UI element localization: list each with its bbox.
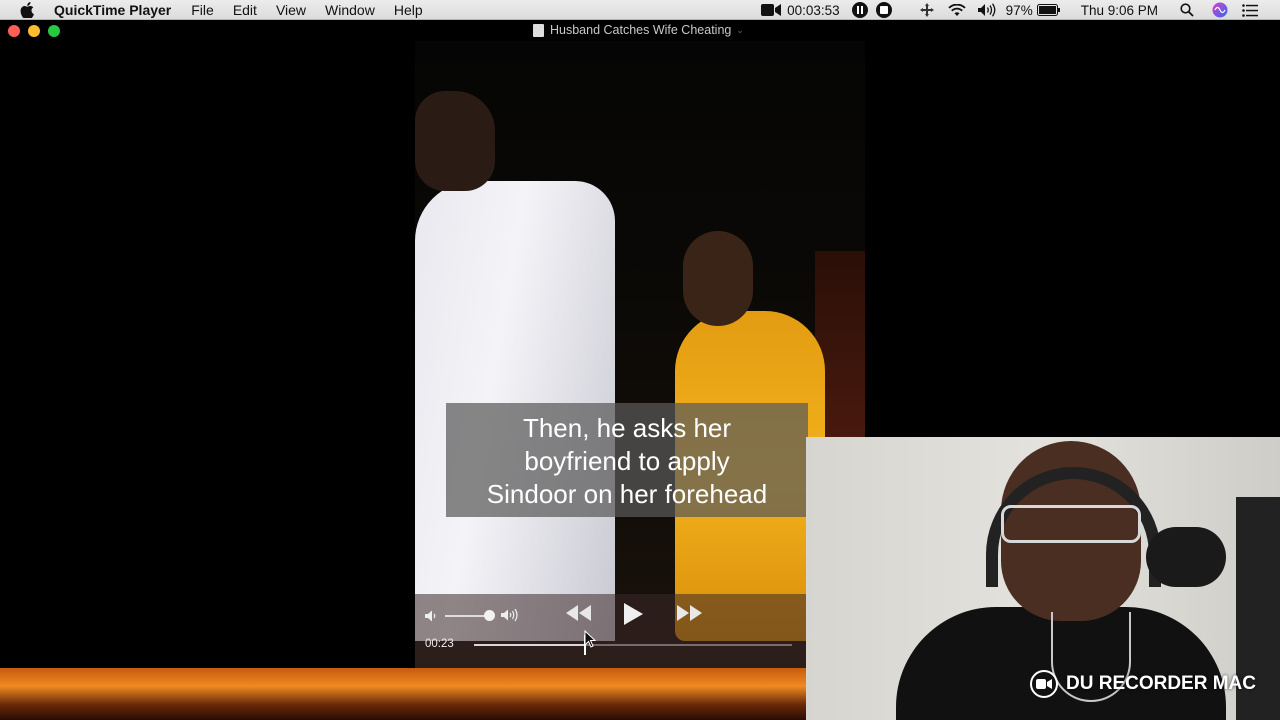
status-area: 00:03:53 97% Thu 9:06 PM <box>749 0 1280 20</box>
menu-help[interactable]: Help <box>394 2 423 18</box>
move-icon[interactable] <box>919 3 934 17</box>
mouse-cursor-icon <box>584 629 597 653</box>
video-frame[interactable] <box>415 41 865 668</box>
man-head <box>415 91 495 191</box>
fullscreen-window-button[interactable] <box>48 25 60 37</box>
video-camera-icon <box>1030 670 1058 698</box>
microphone <box>1146 527 1226 587</box>
glasses <box>1001 505 1141 543</box>
wifi-icon[interactable] <box>948 3 966 17</box>
search-icon[interactable] <box>1180 3 1194 17</box>
menu-edit[interactable]: Edit <box>233 2 257 18</box>
pause-recording-icon[interactable] <box>851 2 868 18</box>
play-button[interactable] <box>622 602 644 631</box>
menu-window[interactable]: Window <box>325 2 375 18</box>
notification-center-icon[interactable] <box>1242 3 1258 17</box>
caption-line-2: boyfriend to apply <box>524 446 730 476</box>
scrubber-track[interactable] <box>474 635 792 655</box>
menu-bar: QuickTime Player File Edit View Window H… <box>0 0 1280 20</box>
document-icon <box>533 23 544 37</box>
watermark-text: DU RECORDER MAC <box>1066 673 1256 694</box>
app-menu[interactable]: QuickTime Player <box>54 2 171 18</box>
volume-low-icon[interactable] <box>425 609 439 627</box>
clock[interactable]: Thu 9:06 PM <box>1081 3 1158 18</box>
window-title: Husband Catches Wife Cheating ⌄ <box>533 23 744 37</box>
close-window-button[interactable] <box>8 25 20 37</box>
apple-logo-icon[interactable] <box>20 1 36 18</box>
caption-line-3: Sindoor on her forehead <box>486 479 768 509</box>
volume-slider-knob[interactable] <box>484 610 495 621</box>
menu-view[interactable]: View <box>276 2 306 18</box>
siri-icon[interactable] <box>1212 2 1228 18</box>
menu-file[interactable]: File <box>191 2 214 18</box>
rewind-button[interactable] <box>565 605 593 626</box>
current-time: 00:23 <box>425 638 454 650</box>
window-title-text: Husband Catches Wife Cheating <box>550 23 732 37</box>
fast-forward-button[interactable] <box>675 605 703 626</box>
caption-line-1: Then, he asks her <box>522 413 732 443</box>
video-caption: Then, he asks her boyfriend to apply Sin… <box>446 403 808 517</box>
volume-high-icon[interactable] <box>501 608 523 627</box>
recording-camera-icon[interactable] <box>761 3 782 17</box>
battery-icon[interactable] <box>1036 4 1061 16</box>
recorder-watermark: DU RECORDER MAC <box>1030 670 1256 698</box>
desktop-wallpaper <box>0 668 806 720</box>
volume-icon[interactable] <box>977 3 998 17</box>
recording-time: 00:03:53 <box>787 2 840 18</box>
window-titlebar: Husband Catches Wife Cheating ⌄ <box>0 20 1280 41</box>
battery-percent: 97% <box>1005 2 1033 18</box>
playback-controls: 00:23 <box>415 594 807 668</box>
scrubber-progress <box>474 644 586 646</box>
minimize-window-button[interactable] <box>28 25 40 37</box>
woman-head <box>683 231 753 326</box>
chevron-down-icon[interactable]: ⌄ <box>736 25 744 36</box>
stop-recording-icon[interactable] <box>875 2 892 18</box>
